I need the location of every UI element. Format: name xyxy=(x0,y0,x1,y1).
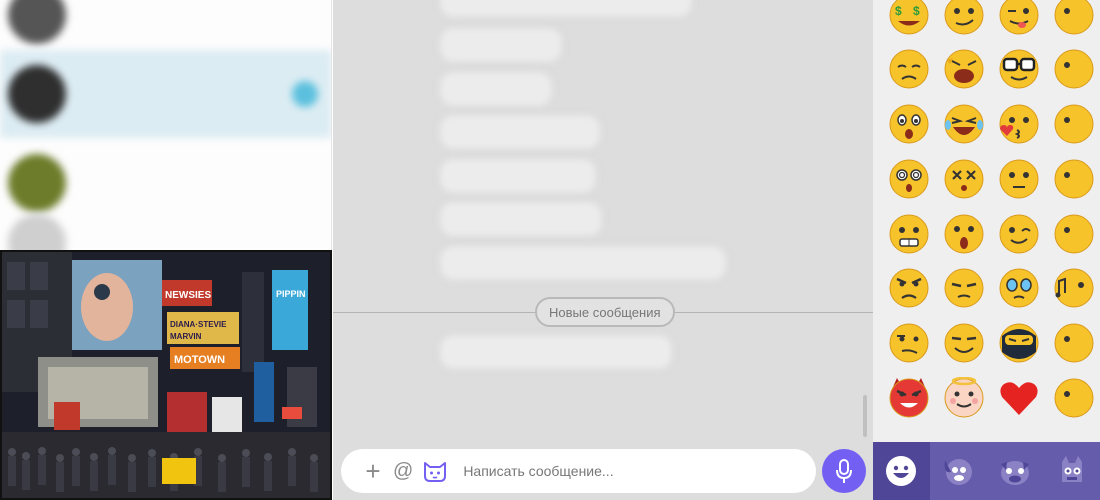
dizzy-face-emoji[interactable] xyxy=(888,158,930,200)
nerd-glasses-face-emoji[interactable] xyxy=(998,48,1040,90)
svg-text:PIPPIN: PIPPIN xyxy=(276,289,306,299)
message-bubble[interactable] xyxy=(439,158,597,194)
crazy-laugh-face-emoji[interactable] xyxy=(943,48,985,90)
surprised-face-emoji[interactable] xyxy=(888,103,930,145)
sly-face-emoji[interactable] xyxy=(943,322,985,364)
chat-item[interactable] xyxy=(0,0,331,50)
svg-text:$: $ xyxy=(895,4,902,18)
sad-face-emoji[interactable] xyxy=(888,48,930,90)
plus-icon[interactable]: + xyxy=(361,458,385,484)
wink-face-emoji[interactable] xyxy=(998,213,1040,255)
neutral-face-emoji[interactable] xyxy=(998,158,1040,200)
angel-face-emoji[interactable] xyxy=(943,377,985,419)
half-visible-face-emoji[interactable] xyxy=(1053,377,1095,419)
angry-face-emoji[interactable] xyxy=(888,267,930,309)
emoji-tabs xyxy=(873,442,1100,500)
avatar xyxy=(8,0,66,44)
sticker-cat-icon[interactable] xyxy=(423,460,447,482)
money-face-emoji[interactable]: $ $ xyxy=(888,0,930,36)
city-photo: NEWSIES DIANA·STEVIE MARVIN MOTOWN PIPPI… xyxy=(0,250,332,500)
sticker-cat-svg xyxy=(424,462,447,482)
half-visible-face-emoji[interactable] xyxy=(1053,103,1095,145)
shocked-face-emoji[interactable] xyxy=(943,213,985,255)
city-photo-drawing: NEWSIES DIANA·STEVIE MARVIN MOTOWN PIPPI… xyxy=(2,252,330,498)
ninja-face-emoji[interactable] xyxy=(998,322,1040,364)
message-bubble[interactable] xyxy=(439,71,553,107)
smiley-tab[interactable] xyxy=(873,442,930,500)
music-face-emoji[interactable] xyxy=(1053,267,1095,309)
message-bubble[interactable] xyxy=(439,114,601,150)
message-bubble[interactable] xyxy=(439,245,727,281)
skeptical-face-emoji[interactable] xyxy=(888,322,930,364)
wink-tongue-face-emoji[interactable] xyxy=(998,0,1040,36)
kiss-heart-face-emoji[interactable] xyxy=(998,103,1040,145)
half-visible-face-emoji[interactable] xyxy=(1053,213,1095,255)
svg-text:DIANA·STEVIE: DIANA·STEVIE xyxy=(170,320,227,329)
microphone-icon xyxy=(836,459,852,483)
pug-sticker-icon xyxy=(1000,461,1029,485)
avatar xyxy=(8,153,66,212)
half-visible-face-emoji[interactable] xyxy=(1053,158,1095,200)
message-placeholder: Написать сообщение... xyxy=(463,463,614,479)
half-visible-face-emoji[interactable] xyxy=(1053,322,1095,364)
composer: + @ Написать сообщение... xyxy=(333,442,873,500)
message-input[interactable]: + @ Написать сообщение... xyxy=(341,449,816,493)
message-bubble[interactable] xyxy=(439,201,603,237)
new-messages-divider: Новые сообщения xyxy=(535,297,675,327)
svg-text:$: $ xyxy=(913,4,920,18)
laughing-tears-face-emoji[interactable] xyxy=(943,103,985,145)
conversation-area[interactable]: Новые сообщения xyxy=(333,0,873,442)
annoyed-face-emoji[interactable] xyxy=(943,267,985,309)
devil-face-emoji[interactable] xyxy=(888,377,930,419)
red-heart-emoji[interactable] xyxy=(998,377,1040,419)
pug-tab[interactable] xyxy=(987,442,1044,500)
avatar xyxy=(8,65,66,123)
svg-text:NEWSIES: NEWSIES xyxy=(165,290,211,301)
dog-sticker-icon xyxy=(944,459,973,485)
message-bubble[interactable] xyxy=(439,334,673,370)
chat-item-active[interactable] xyxy=(0,50,331,138)
svg-text:MARVIN: MARVIN xyxy=(170,332,202,341)
message-bubble[interactable] xyxy=(439,27,563,63)
half-visible-face-emoji[interactable] xyxy=(1053,48,1095,90)
chat-text xyxy=(78,11,288,19)
unread-badge xyxy=(292,81,318,107)
grimace-face-emoji[interactable] xyxy=(888,213,930,255)
chat-item[interactable] xyxy=(0,145,331,220)
monster-sticker-icon xyxy=(1061,456,1082,482)
smirk-face-emoji[interactable] xyxy=(943,0,985,36)
dead-eyes-face-emoji[interactable] xyxy=(943,158,985,200)
mention-icon[interactable]: @ xyxy=(393,460,413,483)
smiley-tab-icon xyxy=(886,456,917,486)
microphone-button[interactable] xyxy=(822,449,866,493)
monster-tab[interactable] xyxy=(1043,442,1100,500)
chat-text xyxy=(78,90,288,98)
chat-text xyxy=(78,179,288,187)
teary-face-emoji[interactable] xyxy=(998,267,1040,309)
message-bubble[interactable] xyxy=(439,0,693,18)
scrollbar[interactable] xyxy=(863,395,867,437)
svg-text:MOTOWN: MOTOWN xyxy=(174,354,225,366)
emoji-panel[interactable]: $ $ xyxy=(873,0,1100,442)
dog-tab[interactable] xyxy=(930,442,987,500)
half-visible-face-emoji[interactable] xyxy=(1053,0,1095,36)
